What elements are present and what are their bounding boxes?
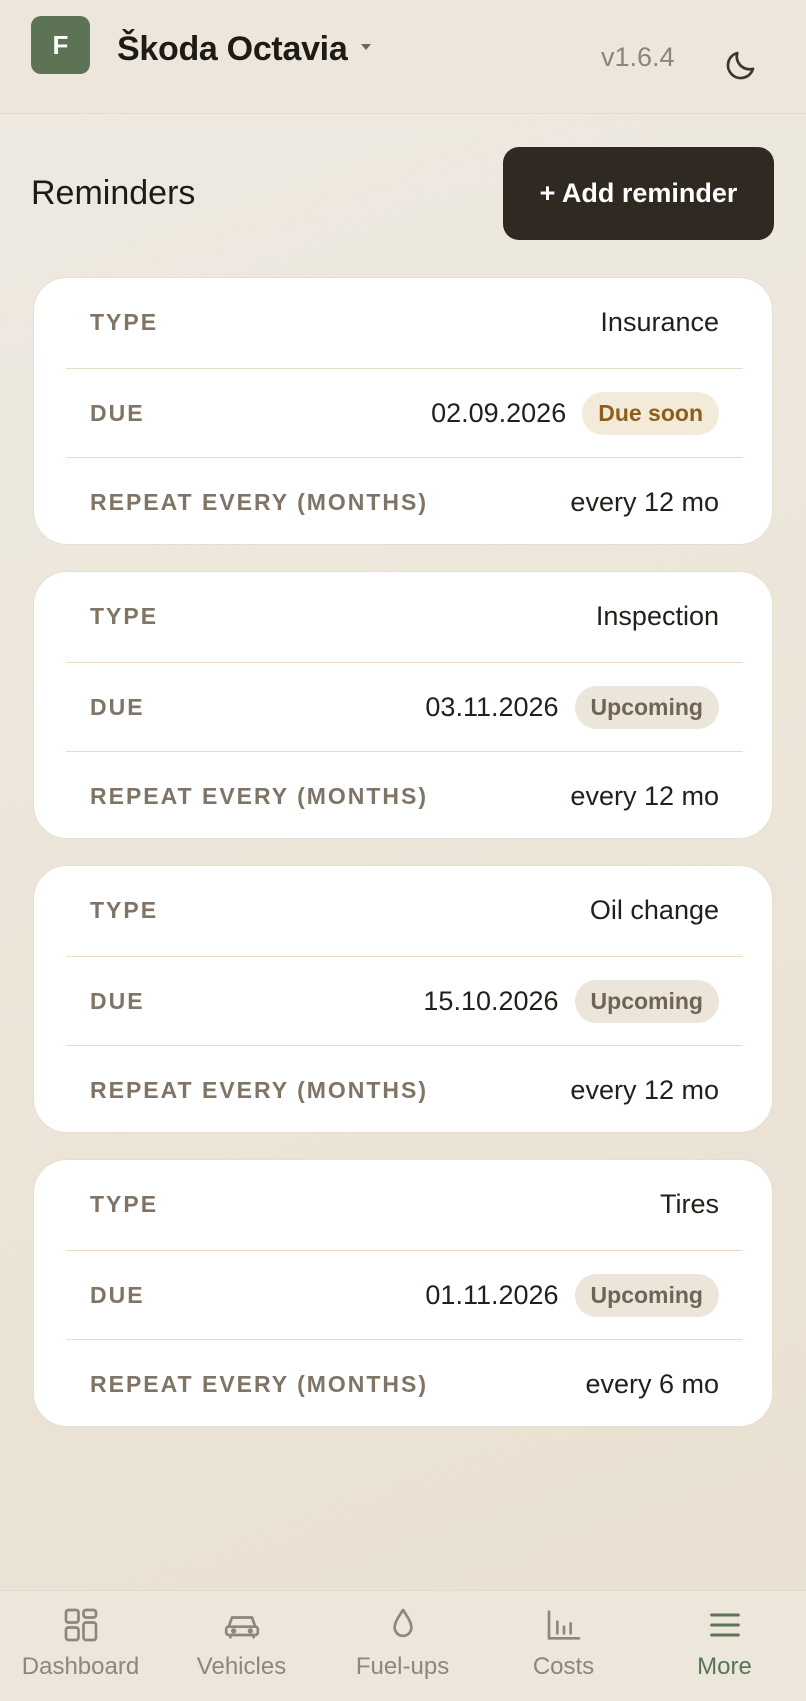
status-badge: Upcoming [574, 1273, 719, 1317]
repeat-row: REPEAT EVERY (MONTHS) every 6 mo [66, 1339, 743, 1428]
nav-more[interactable]: More [644, 1591, 805, 1701]
due-label: DUE [90, 693, 145, 720]
due-row: DUE 15.10.2026 Upcoming [66, 956, 743, 1045]
type-row: TYPE Tires [66, 1160, 743, 1249]
app-header: F Škoda Octavia v1.6.4 [0, 0, 806, 114]
repeat-label: REPEAT EVERY (MONTHS) [90, 782, 429, 809]
due-date: 02.09.2026 [431, 397, 567, 428]
status-badge: Upcoming [574, 979, 719, 1023]
due-date: 01.11.2026 [425, 1279, 559, 1310]
dashboard-icon [64, 1608, 97, 1642]
nav-costs[interactable]: Costs [483, 1591, 644, 1701]
type-label: TYPE [90, 897, 159, 923]
repeat-label: REPEAT EVERY (MONTHS) [90, 1370, 429, 1397]
reminder-card[interactable]: TYPE Oil change DUE 15.10.2026 Upcoming … [33, 865, 773, 1133]
app-version: v1.6.4 [601, 42, 675, 72]
nav-label: Fuel-ups [355, 1653, 450, 1680]
due-date: 15.10.2026 [423, 985, 559, 1016]
due-row: DUE 03.11.2026 Upcoming [66, 662, 743, 751]
type-value: Oil change [589, 895, 719, 925]
reminder-card[interactable]: TYPE Insurance DUE 02.09.2026 Due soon R… [33, 277, 773, 545]
type-row: TYPE Insurance [66, 278, 743, 367]
due-date: 03.11.2026 [425, 691, 559, 722]
due-row: DUE 02.09.2026 Due soon [66, 368, 743, 457]
type-value: Insurance [600, 307, 719, 337]
type-label: TYPE [90, 603, 159, 629]
type-label: TYPE [90, 309, 159, 335]
type-value: Inspection [595, 601, 719, 631]
status-badge: Upcoming [574, 685, 719, 729]
nav-label: More [697, 1653, 752, 1680]
bar-chart-icon [547, 1610, 580, 1640]
type-row: TYPE Inspection [66, 572, 743, 661]
type-label: TYPE [90, 1191, 159, 1217]
theme-toggle-button[interactable] [720, 44, 762, 86]
reminder-card[interactable]: TYPE Tires DUE 01.11.2026 Upcoming REPEA… [33, 1159, 773, 1427]
status-badge: Due soon [582, 391, 719, 435]
drop-icon [392, 1608, 413, 1638]
repeat-row: REPEAT EVERY (MONTHS) every 12 mo [66, 1045, 743, 1134]
add-reminder-button[interactable]: + Add reminder [503, 147, 774, 240]
car-icon [224, 1616, 259, 1639]
repeat-label: REPEAT EVERY (MONTHS) [90, 1076, 429, 1103]
nav-label: Vehicles [196, 1653, 287, 1680]
repeat-row: REPEAT EVERY (MONTHS) every 12 mo [66, 457, 743, 546]
repeat-value: every 12 mo [570, 780, 719, 811]
due-label: DUE [90, 987, 145, 1014]
menu-icon [709, 1613, 740, 1637]
nav-fuel-ups[interactable]: Fuel-ups [322, 1591, 483, 1701]
repeat-value: every 12 mo [570, 1074, 719, 1105]
nav-label: Costs [532, 1653, 595, 1680]
type-value: Tires [660, 1189, 719, 1219]
repeat-value: every 6 mo [585, 1368, 719, 1399]
bottom-nav: Dashboard Vehicles Fuel-ups Costs More [0, 1590, 806, 1701]
nav-vehicles[interactable]: Vehicles [161, 1591, 322, 1701]
due-label: DUE [90, 1281, 145, 1308]
due-label: DUE [90, 399, 145, 426]
chevron-down-icon[interactable] [361, 44, 371, 50]
type-row: TYPE Oil change [66, 866, 743, 955]
vehicle-selector[interactable]: Škoda Octavia [117, 30, 348, 69]
repeat-label: REPEAT EVERY (MONTHS) [90, 488, 429, 515]
moon-icon [726, 51, 755, 80]
repeat-value: every 12 mo [570, 486, 719, 517]
repeat-row: REPEAT EVERY (MONTHS) every 12 mo [66, 751, 743, 840]
vehicle-avatar[interactable]: F [31, 16, 90, 74]
reminder-card[interactable]: TYPE Inspection DUE 03.11.2026 Upcoming … [33, 571, 773, 839]
page-title: Reminders [31, 174, 196, 212]
nav-label: Dashboard [21, 1653, 140, 1680]
due-row: DUE 01.11.2026 Upcoming [66, 1250, 743, 1339]
nav-dashboard[interactable]: Dashboard [0, 1591, 161, 1701]
